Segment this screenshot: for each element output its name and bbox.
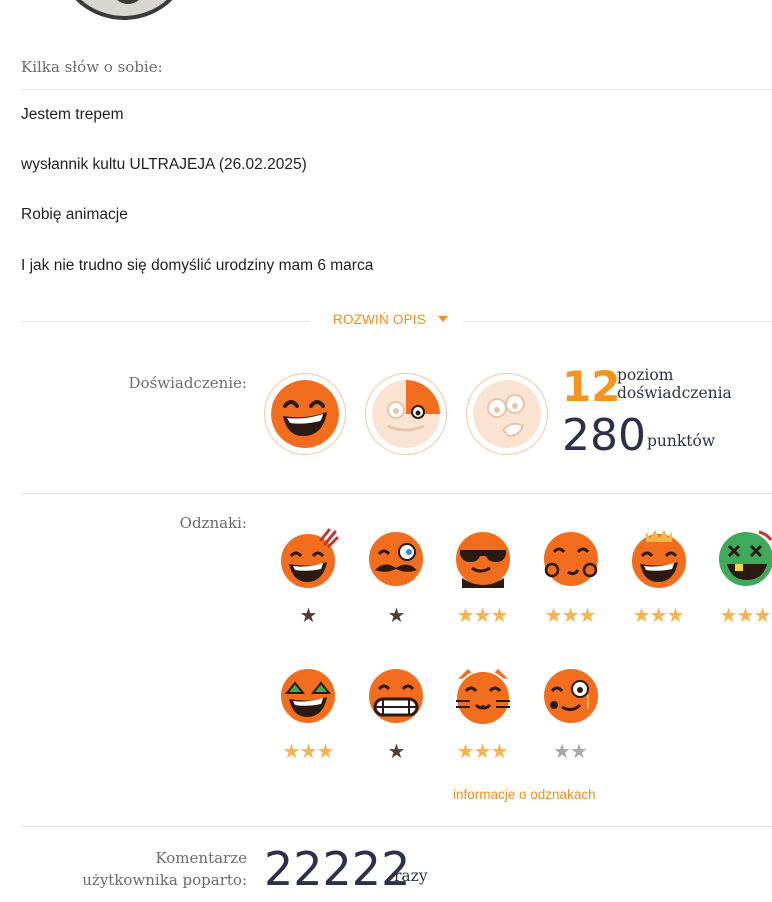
expand-description-button[interactable]: ROZWIŃ OPIS bbox=[333, 312, 448, 327]
level-icon-full bbox=[264, 373, 346, 455]
badge-green-eyes[interactable] bbox=[277, 665, 339, 727]
badge-stars: ★ bbox=[299, 605, 318, 627]
level-icon-partial bbox=[365, 373, 447, 455]
monocle-smirk-badge-icon bbox=[542, 667, 600, 725]
comments-count: 22222 bbox=[264, 842, 411, 896]
comments-label: Komentarze użytkownika poparto: bbox=[82, 849, 247, 889]
badge-stars: ★★★ bbox=[632, 605, 685, 627]
expand-description-row: ROZWIŃ OPIS bbox=[21, 312, 772, 332]
about-divider bbox=[21, 89, 772, 90]
about-line: Robię animacje bbox=[21, 206, 128, 223]
empty-face-icon bbox=[473, 380, 541, 448]
user-avatar bbox=[55, 0, 193, 20]
badge-money-eyes[interactable] bbox=[540, 528, 602, 590]
badge-sunglasses-tuxedo[interactable] bbox=[452, 528, 514, 590]
caret-down-icon bbox=[437, 316, 448, 323]
laughing-face-icon bbox=[271, 380, 339, 448]
about-title: Kilka słów o sobie: bbox=[21, 58, 163, 76]
expand-label: ROZWIŃ OPIS bbox=[333, 312, 426, 327]
experience-label: Doświadczenie: bbox=[128, 374, 247, 392]
sunglasses-tuxedo-badge-icon bbox=[454, 530, 512, 588]
badge-stars: ★★★ bbox=[544, 605, 597, 627]
green-eyes-badge-icon bbox=[279, 667, 337, 725]
badge-stars: ★★★ bbox=[282, 741, 335, 763]
badge-crown[interactable] bbox=[628, 528, 690, 590]
badge-monocle-smirk[interactable] bbox=[540, 665, 602, 727]
badge-stars: ★★★ bbox=[456, 741, 509, 763]
crown-badge-icon bbox=[630, 530, 688, 590]
laughing-scratched-badge-icon bbox=[279, 528, 339, 590]
badge-grin-teeth[interactable] bbox=[365, 665, 427, 727]
points-number: 280 bbox=[562, 410, 646, 461]
about-line: I jak nie trudno się domyślić urodziny m… bbox=[21, 257, 374, 274]
badges-label: Odznaki: bbox=[179, 514, 247, 532]
badge-zombie[interactable] bbox=[715, 528, 772, 590]
badges-divider bbox=[21, 826, 772, 827]
grin-teeth-badge-icon bbox=[367, 667, 425, 725]
points-caption: punktów bbox=[647, 432, 716, 450]
level-icon-empty bbox=[466, 373, 548, 455]
comments-unit: razy bbox=[394, 867, 428, 885]
about-line: wysłannik kultu ULTRAJEJA (26.02.2025) bbox=[21, 156, 307, 173]
badges-info-link[interactable]: informacje o odznakach bbox=[453, 787, 596, 802]
level-caption: poziom doświadczenia bbox=[617, 366, 732, 402]
badge-stars: ★ bbox=[387, 605, 406, 627]
badge-cat[interactable] bbox=[452, 665, 514, 727]
level-number: 12 bbox=[562, 362, 621, 411]
zombie-badge-icon bbox=[717, 530, 772, 588]
badge-stars: ★★ bbox=[553, 741, 588, 763]
about-line: Jestem trepem bbox=[21, 106, 124, 123]
experience-divider bbox=[21, 493, 772, 494]
badge-stars: ★ bbox=[387, 741, 406, 763]
badge-stars: ★★★ bbox=[456, 605, 509, 627]
mustache-monocle-badge-icon bbox=[367, 530, 425, 588]
cat-badge-icon bbox=[455, 669, 511, 726]
badge-mustache-monocle[interactable] bbox=[365, 528, 427, 590]
badge-stars: ★★★ bbox=[719, 605, 772, 627]
partial-face-icon bbox=[372, 380, 440, 448]
badge-laughing-scratched[interactable] bbox=[277, 528, 339, 590]
money-eyes-badge-icon bbox=[542, 530, 600, 588]
